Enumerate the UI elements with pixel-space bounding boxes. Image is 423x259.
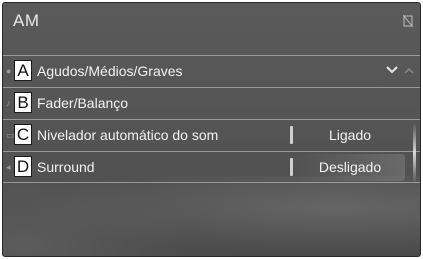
- value-divider: [290, 158, 293, 176]
- scrollbar[interactable]: [413, 123, 416, 183]
- auto-sound-leveler-value[interactable]: Ligado: [295, 127, 405, 143]
- menu-item-auto-sound-leveler[interactable]: ▭ C Nivelador automático do som Ligado: [3, 119, 420, 151]
- callout-label-c: C: [14, 124, 32, 145]
- asl-icon: ▭: [6, 130, 15, 140]
- tone-icon: ●: [6, 66, 12, 76]
- scroll-up-icon[interactable]: [404, 68, 414, 74]
- menu-item-auto-sound-leveler-label: Nivelador automático do som: [37, 127, 219, 143]
- menu-item-surround-label: Surround: [37, 159, 95, 175]
- sound-menu-list: ● A Agudos/Médios/Graves ♪ B Fader/Balan…: [3, 55, 420, 183]
- menu-item-fader-balance-label: Fader/Balanço: [37, 95, 129, 111]
- surround-value[interactable]: Desligado: [295, 159, 405, 175]
- screen-title: AM: [13, 11, 40, 30]
- surround-icon: ◂: [6, 162, 11, 172]
- audio-settings-screen: AM ● A Agudos/Médios/Graves ♪ B Fader/Ba…: [2, 2, 421, 257]
- chevron-down-icon[interactable]: [386, 66, 398, 74]
- menu-item-fader-balance[interactable]: ♪ B Fader/Balanço: [3, 87, 420, 119]
- callout-label-a: A: [14, 60, 32, 81]
- menu-item-tone[interactable]: ● A Agudos/Médios/Graves: [3, 55, 420, 87]
- background-glow: [3, 176, 420, 256]
- fader-icon: ♪: [6, 98, 11, 108]
- value-divider: [290, 126, 293, 144]
- callout-label-d: D: [14, 156, 32, 177]
- signal-off-icon: [403, 15, 413, 27]
- callout-label-b: B: [14, 92, 32, 113]
- menu-item-tone-label: Agudos/Médios/Graves: [37, 63, 183, 79]
- menu-item-surround[interactable]: ◂ D Surround Desligado: [3, 151, 420, 183]
